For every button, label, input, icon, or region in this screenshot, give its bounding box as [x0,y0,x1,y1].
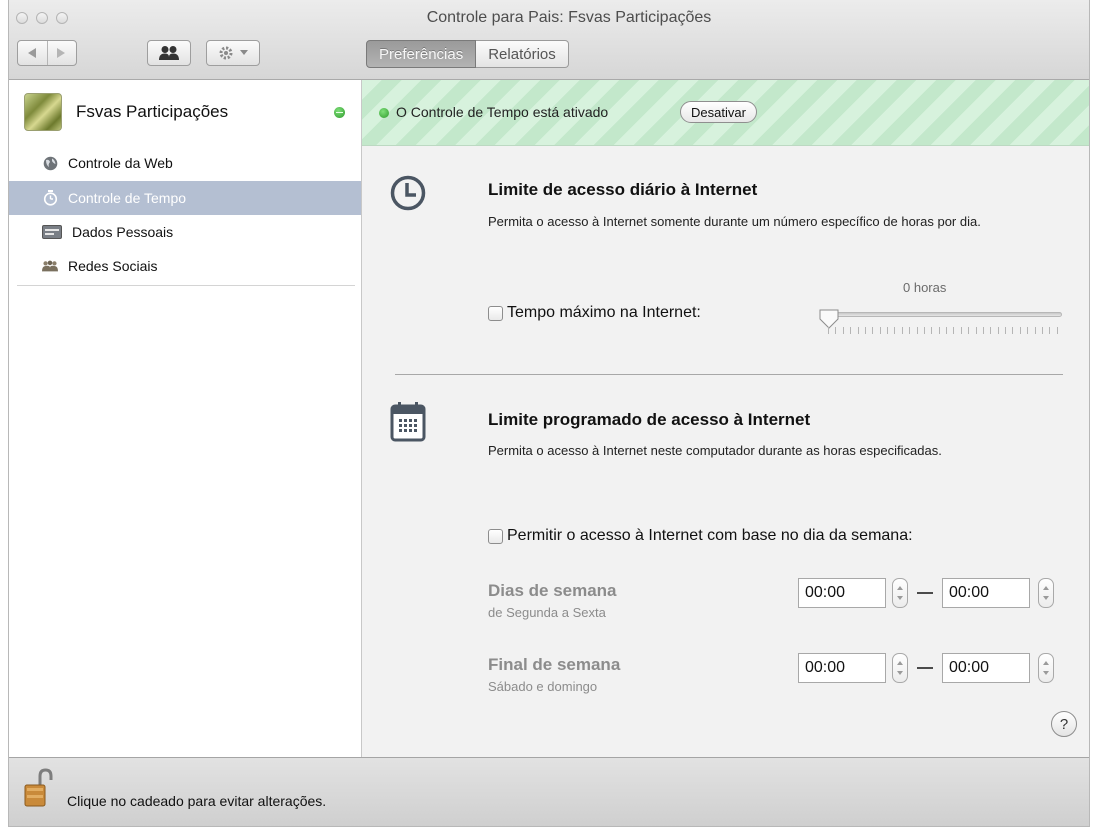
max-time-option[interactable]: Tempo máximo na Internet: [488,304,701,322]
weekend-end-time-field[interactable]: 00:00 [942,653,1030,683]
view-tabs: Preferências Relatórios [366,40,569,68]
sidebar-item-label: Controle de Tempo [68,190,187,206]
tab-relatorios[interactable]: Relatórios [476,40,569,68]
sidebar-item-label: Dados Pessoais [72,224,174,240]
weekend-end-stepper[interactable] [1038,653,1054,683]
window-title: Controle para Pais: Fsvas Participações [426,9,712,26]
hours-slider-ticks [828,327,1058,335]
clock-icon [390,175,426,211]
account-row[interactable]: Fsvas Participações [9,80,361,144]
sidebar-item-label: Redes Sociais [68,258,158,274]
range-dash [917,592,933,594]
sidebar-item-controle-de-tempo[interactable]: Controle de Tempo [9,181,361,215]
weekdays-title: Dias de semana [488,581,617,600]
avatar [24,93,62,131]
sidebar-item-label: Controle da Web [68,155,173,171]
people-icon [42,258,58,274]
status-text: O Controle de Tempo está ativado [396,104,609,120]
weekend-title: Final de semana [488,655,621,674]
globe-icon [42,155,58,171]
parental-controls-window: Controle para Pais: Fsvas Participações [8,0,1090,827]
daily-limit-title: Limite de acesso diário à Internet [488,180,758,199]
weekday-access-option[interactable]: Permitir o acesso à Internet com base no… [488,527,913,545]
section-divider [395,374,1063,375]
tab-preferencias[interactable]: Preferências [366,40,477,68]
weekdays-end-time-field[interactable]: 00:00 [942,578,1030,608]
users-icon [159,46,179,60]
weekend-subtitle: Sábado e domingo [488,679,598,694]
sidebar-item-controle-da-web[interactable]: Controle da Web [9,146,361,180]
back-icon [27,48,36,58]
status-indicator-icon [379,108,389,118]
account-name: Fsvas Participações [76,102,229,121]
card-icon [42,224,62,240]
weekday-access-checkbox[interactable] [488,528,503,544]
gear-icon [219,46,232,60]
bottom-bar: Clique no cadeado para evitar alterações… [9,757,1089,826]
chevron-down-icon [239,50,248,55]
hours-value-label: 0 horas [903,280,947,295]
scheduled-limit-title: Limite programado de acesso à Internet [488,410,811,429]
time-limits-pane: O Controle de Tempo está ativado Desativ… [362,80,1089,757]
max-time-label: Tempo máximo na Internet: [507,304,701,321]
forward-button[interactable] [48,41,77,65]
lock-hint-text: Clique no cadeado para evitar alterações… [67,793,327,809]
sidebar: Fsvas Participações Controle da Web Cont… [9,80,362,757]
weekend-start-time-field[interactable]: 00:00 [798,653,886,683]
status-indicator-icon [334,107,345,118]
max-time-checkbox[interactable] [488,305,503,321]
weekend-start-stepper[interactable] [892,653,908,683]
help-button[interactable]: ? [1051,711,1077,737]
users-button[interactable] [147,40,191,66]
daily-limit-description: Permita o acesso à Internet somente dura… [488,214,981,229]
lock-icon[interactable] [23,768,53,808]
weekdays-subtitle: de Segunda a Sexta [488,605,606,620]
stopwatch-icon [42,190,58,206]
weekdays-end-stepper[interactable] [1038,578,1054,608]
weekdays-start-time-field[interactable]: 00:00 [798,578,886,608]
range-dash [917,667,933,669]
sidebar-item-redes-sociais[interactable]: Redes Sociais [9,249,361,283]
calendar-icon [390,402,426,442]
action-menu-button[interactable] [206,40,260,66]
back-button[interactable] [18,41,48,65]
toolbar: Controle para Pais: Fsvas Participações [9,0,1089,80]
sidebar-divider [17,285,355,286]
weekday-access-label: Permitir o acesso à Internet com base no… [507,527,913,544]
sidebar-item-dados-pessoais[interactable]: Dados Pessoais [9,215,361,249]
scheduled-limit-description: Permita o acesso à Internet neste comput… [488,443,942,458]
status-banner: O Controle de Tempo está ativado Desativ… [362,80,1089,146]
forward-icon [57,48,66,58]
back-forward-control [17,40,77,66]
weekdays-start-stepper[interactable] [892,578,908,608]
hours-slider-track[interactable] [824,312,1062,317]
deactivate-button[interactable]: Desativar [680,101,757,123]
